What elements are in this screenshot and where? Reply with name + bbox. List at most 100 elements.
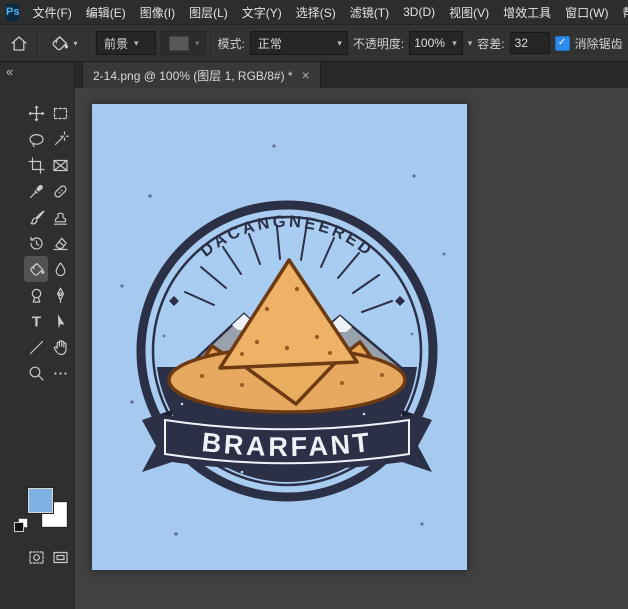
frame-tool[interactable] — [48, 152, 72, 178]
document-canvas[interactable]: DACANGNEERED BRARFANT — [92, 104, 467, 570]
selection-arrow-icon — [52, 313, 69, 330]
default-colors-icon[interactable] — [14, 518, 27, 531]
badge-banner-text: BRARFANT — [200, 427, 373, 462]
mode-value: 正常 — [258, 35, 282, 52]
crop-icon — [28, 157, 45, 174]
home-button[interactable] — [6, 30, 32, 56]
brush-tool[interactable] — [24, 204, 48, 230]
photoshop-window: Ps 文件(F) 编辑(E) 图像(I) 图层(L) 文字(Y) 选择(S) 滤… — [0, 0, 628, 609]
fill-source-value: 前景 — [104, 35, 128, 52]
document-tab-title: 2-14.png @ 100% (图层 1, RGB/8#) * — [93, 67, 293, 84]
chevron-down-icon: ▾ — [337, 38, 342, 49]
eraser-icon — [52, 235, 69, 252]
eraser-tool[interactable] — [48, 230, 72, 256]
move-icon — [28, 105, 45, 122]
pattern-picker-dropdown: ▾ — [161, 31, 206, 55]
marquee-icon — [52, 105, 69, 122]
lasso-icon — [28, 131, 45, 148]
divider — [211, 31, 213, 55]
canvas-area: DACANGNEERED BRARFANT — [74, 88, 628, 609]
zoom-tool[interactable] — [24, 360, 48, 386]
antialias-label: 消除锯齿 — [575, 35, 623, 52]
quick-mask-button[interactable] — [24, 544, 48, 570]
type-icon: T — [28, 313, 45, 330]
spot-healing-brush-tool[interactable] — [48, 178, 72, 204]
menu-layer[interactable]: 图层(L) — [182, 0, 235, 24]
rectangular-marquee-tool[interactable] — [48, 100, 72, 126]
hand-tool[interactable] — [48, 334, 72, 360]
menu-file[interactable]: 文件(F) — [25, 0, 78, 24]
close-icon[interactable]: × — [302, 68, 310, 82]
hand-icon — [52, 339, 69, 356]
menu-type[interactable]: 文字(Y) — [235, 0, 289, 24]
tool-options-bar: ▾ 前景 ▾ ▾ 模式: 正常 ▾ 不透明度: ▾ ▾ 容差: ✓ 消除锯齿 — [0, 24, 628, 62]
pattern-swatch — [169, 36, 189, 51]
menu-select[interactable]: 选择(S) — [289, 0, 343, 24]
blur-tool[interactable] — [48, 256, 72, 282]
eyedropper-tool[interactable] — [24, 178, 48, 204]
foreground-color-swatch[interactable] — [28, 488, 53, 513]
history-brush-tool[interactable] — [24, 230, 48, 256]
menu-window[interactable]: 窗口(W) — [558, 0, 615, 24]
healing-brush-icon — [52, 183, 69, 200]
mode-dropdown[interactable]: 正常 ▾ — [250, 31, 348, 55]
toolbar-bottom — [24, 544, 72, 570]
opacity-label: 不透明度: — [353, 35, 404, 52]
chevron-down-icon: ▾ — [73, 39, 77, 48]
collapse-panel-button[interactable]: « — [6, 64, 13, 79]
svg-text:BRARFANT: BRARFANT — [200, 427, 373, 462]
fill-source-dropdown[interactable]: 前景 ▾ — [96, 31, 156, 55]
paint-bucket-tool[interactable] — [24, 256, 48, 282]
screen-mode-button[interactable] — [48, 544, 72, 570]
home-icon — [10, 35, 28, 52]
brush-icon — [28, 209, 45, 226]
path-selection-tool[interactable] — [48, 308, 72, 334]
tools-panel: « — [0, 62, 75, 609]
color-swatches — [12, 486, 74, 546]
dodge-tool[interactable] — [24, 282, 48, 308]
menu-filter[interactable]: 滤镜(T) — [343, 0, 396, 24]
tolerance-label: 容差: — [477, 35, 504, 52]
photoshop-logo-icon: Ps — [6, 4, 19, 21]
lasso-tool[interactable] — [24, 126, 48, 152]
frame-icon — [52, 157, 69, 174]
menu-plugins[interactable]: 增效工具 — [496, 0, 558, 24]
pen-tool[interactable] — [48, 282, 72, 308]
move-tool[interactable] — [24, 100, 48, 126]
document-tab[interactable]: 2-14.png @ 100% (图层 1, RGB/8#) * × — [82, 62, 321, 88]
opacity-input[interactable] — [414, 33, 446, 53]
dodge-icon — [28, 287, 45, 304]
divider — [37, 31, 39, 55]
tool-preset-picker[interactable]: ▾ — [44, 30, 84, 56]
logo-artwork: DACANGNEERED BRARFANT — [92, 104, 467, 570]
opacity-scrubber-icon[interactable]: ▾ — [468, 38, 473, 49]
antialias-checkbox[interactable]: ✓ — [555, 36, 570, 51]
pen-icon — [52, 287, 69, 304]
ellipsis-icon — [52, 365, 69, 382]
horizontal-type-tool[interactable]: T — [24, 308, 48, 334]
clone-stamp-tool[interactable] — [48, 204, 72, 230]
tools-grid: T — [24, 100, 72, 386]
chevron-down-icon: ▾ — [134, 38, 139, 49]
opacity-combo[interactable]: ▾ — [409, 31, 463, 55]
mode-label: 模式: — [218, 35, 245, 52]
line-tool[interactable] — [24, 334, 48, 360]
magic-wand-tool[interactable] — [48, 126, 72, 152]
menu-image[interactable]: 图像(I) — [133, 0, 182, 24]
menu-bar: Ps 文件(F) 编辑(E) 图像(I) 图层(L) 文字(Y) 选择(S) 滤… — [0, 0, 628, 24]
document-tab-bar: 2-14.png @ 100% (图层 1, RGB/8#) * × — [74, 62, 628, 88]
menu-edit[interactable]: 编辑(E) — [79, 0, 133, 24]
tolerance-input[interactable] — [510, 32, 550, 54]
paint-bucket-icon — [50, 34, 69, 53]
chevron-down-icon: ▾ — [452, 38, 457, 49]
edit-toolbar-button[interactable] — [48, 360, 72, 386]
clone-stamp-icon — [52, 209, 69, 226]
crop-tool[interactable] — [24, 152, 48, 178]
svg-text:T: T — [31, 313, 40, 330]
menu-view[interactable]: 视图(V) — [442, 0, 496, 24]
paint-bucket-icon — [28, 261, 45, 278]
blur-drop-icon — [52, 261, 69, 278]
menu-help[interactable]: 帮助(H) — [615, 0, 628, 24]
line-icon — [28, 339, 45, 356]
menu-3d[interactable]: 3D(D) — [396, 0, 442, 24]
